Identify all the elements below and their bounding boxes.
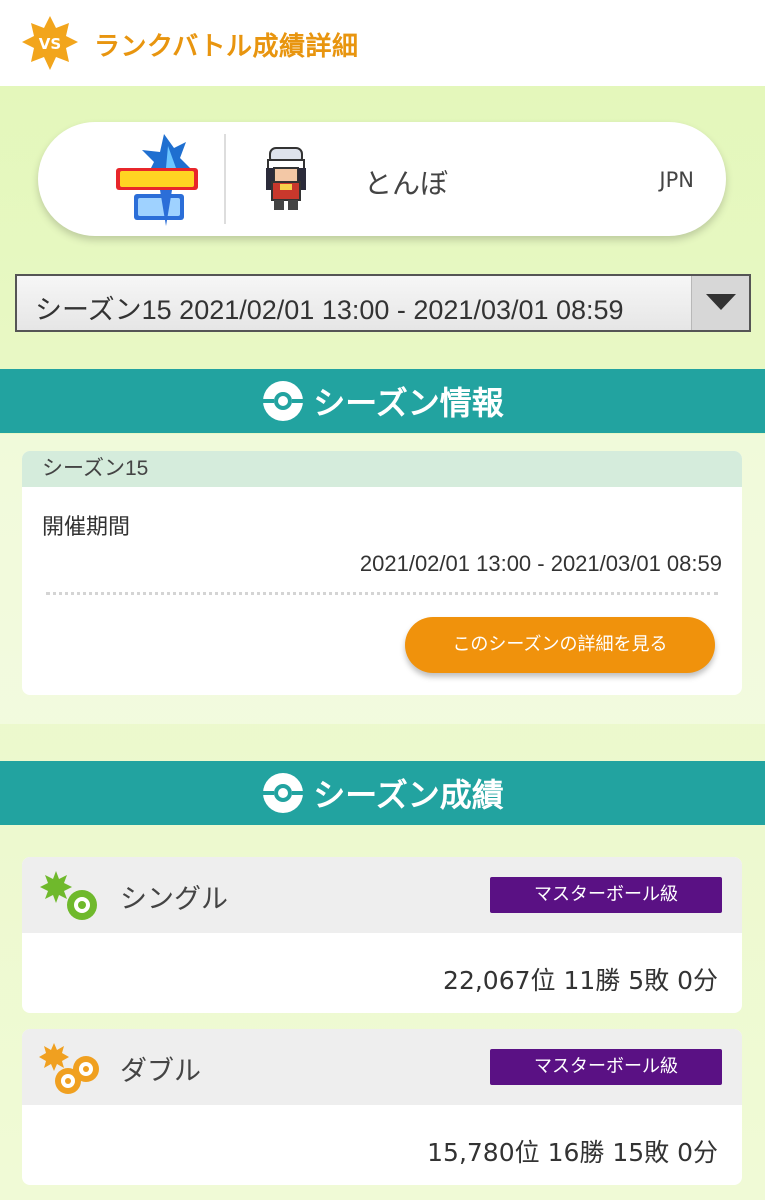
chevron-down-icon [706, 294, 736, 310]
pokeball-icon [261, 771, 305, 815]
trainer-avatar [260, 146, 312, 212]
card-divider [224, 134, 226, 224]
svg-text:VS: VS [39, 35, 61, 53]
single-result-stats: 22,067位 11勝 5敗 0分 [443, 966, 718, 995]
result-card-header: シングル マスターボール級 [22, 857, 742, 933]
period-label: 開催期間 [42, 515, 131, 540]
vs-badge-icon: VS [20, 14, 80, 74]
period-value: 2021/02/01 13:00 - 2021/03/01 08:59 [359, 551, 722, 576]
double-result-stats: 15,780位 16勝 15敗 0分 [427, 1138, 718, 1167]
app-header: VS ランクバトル成績詳細 [0, 0, 765, 86]
double-battle-label: ダブル [120, 1056, 201, 1087]
season-info-banner: シーズン情報 [0, 369, 765, 433]
pokeball-icon [261, 379, 305, 423]
season-card-title: シーズン15 [22, 451, 742, 487]
season-select-value: シーズン15 2021/02/01 13:00 - 2021/03/01 08:… [35, 295, 624, 325]
player-name: とんぼ [364, 167, 449, 200]
single-result-card[interactable]: シングル マスターボール級 22,067位 11勝 5敗 0分 [22, 857, 742, 1013]
result-card-header: ダブル マスターボール級 [22, 1029, 742, 1105]
select-arrow-button[interactable] [691, 276, 749, 330]
season-select[interactable]: シーズン15 2021/02/01 13:00 - 2021/03/01 08:… [15, 274, 751, 332]
player-country: JPN [659, 168, 694, 192]
season-info-card: シーズン15 開催期間 2021/02/01 13:00 - 2021/03/0… [22, 451, 742, 695]
season-detail-button[interactable]: このシーズンの詳細を見る [405, 617, 715, 673]
single-battle-icon [38, 869, 102, 923]
game-logo-icon [76, 128, 236, 232]
page-title: ランクバトル成績詳細 [94, 32, 359, 62]
single-rank-badge: マスターボール級 [490, 877, 722, 913]
season-results-banner: シーズン成績 [0, 761, 765, 825]
double-rank-badge: マスターボール級 [490, 1049, 722, 1085]
player-card: とんぼ JPN [38, 122, 726, 236]
double-result-card[interactable]: ダブル マスターボール級 15,780位 16勝 15敗 0分 [22, 1029, 742, 1185]
season-results-title: シーズン成績 [313, 776, 504, 814]
season-info-title: シーズン情報 [313, 384, 504, 422]
single-battle-label: シングル [120, 884, 228, 915]
double-battle-icon [38, 1041, 102, 1095]
dotted-divider [46, 592, 718, 595]
